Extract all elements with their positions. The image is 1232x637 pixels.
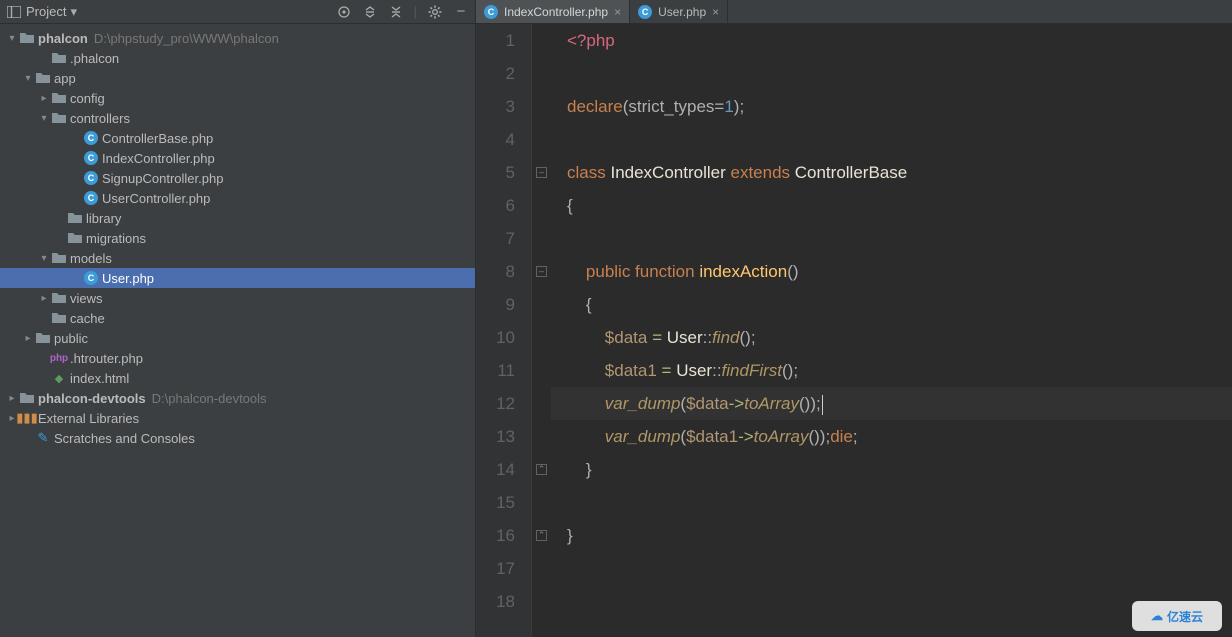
folder-icon bbox=[66, 232, 84, 244]
project-toolbar: Project ▾ | − bbox=[0, 0, 475, 24]
tab-indexcontroller[interactable]: C IndexController.php × bbox=[476, 0, 630, 23]
tree-label: SignupController.php bbox=[102, 171, 223, 186]
tab-user[interactable]: C User.php × bbox=[630, 0, 728, 23]
folder-icon bbox=[18, 392, 36, 404]
tree-item-config[interactable]: ▸ config bbox=[0, 88, 475, 108]
tree-label: UserController.php bbox=[102, 191, 210, 206]
fold-icon[interactable]: – bbox=[536, 167, 547, 178]
tree-label: External Libraries bbox=[38, 411, 139, 426]
tree-label: models bbox=[70, 251, 112, 266]
settings-icon[interactable] bbox=[427, 4, 443, 20]
editor-tabs: C IndexController.php × C User.php × bbox=[476, 0, 1232, 24]
tree-label: Scratches and Consoles bbox=[54, 431, 195, 446]
line-number-gutter: 1 2 3 4 5 6 7 8 9 10 11 12 13 14 15 16 1… bbox=[476, 24, 531, 637]
tree-item-user-php[interactable]: C User.php bbox=[0, 268, 475, 288]
tree-label: cache bbox=[70, 311, 105, 326]
folder-icon bbox=[18, 32, 36, 44]
folder-icon bbox=[50, 92, 68, 104]
tree-item-app[interactable]: ▾ app bbox=[0, 68, 475, 88]
project-tree[interactable]: ▾ phalcon D:\phpstudy_pro\WWW\phalcon .p… bbox=[0, 24, 475, 637]
tree-item-models[interactable]: ▾ models bbox=[0, 248, 475, 268]
tree-item-controllerbase[interactable]: C ControllerBase.php bbox=[0, 128, 475, 148]
php-class-icon: C bbox=[82, 271, 100, 285]
code-editor[interactable]: 1 2 3 4 5 6 7 8 9 10 11 12 13 14 15 16 1… bbox=[476, 24, 1232, 637]
php-class-icon: C bbox=[82, 131, 100, 145]
tree-root-phalcon[interactable]: ▾ phalcon D:\phpstudy_pro\WWW\phalcon bbox=[0, 28, 475, 48]
tree-label: User.php bbox=[102, 271, 154, 286]
code-content[interactable]: <?php declare(strict_types=1); class Ind… bbox=[551, 24, 1232, 637]
collapse-all-icon[interactable] bbox=[388, 4, 404, 20]
tree-label: views bbox=[70, 291, 103, 306]
tree-item-usercontroller[interactable]: C UserController.php bbox=[0, 188, 475, 208]
folder-icon bbox=[66, 212, 84, 224]
php-class-icon: C bbox=[484, 5, 498, 19]
tree-label: ControllerBase.php bbox=[102, 131, 213, 146]
tree-label: app bbox=[54, 71, 76, 86]
tree-label: phalcon bbox=[38, 31, 88, 46]
tree-label: public bbox=[54, 331, 88, 346]
folder-icon bbox=[34, 332, 52, 344]
tree-external-libraries[interactable]: ▸▮▮▮ External Libraries bbox=[0, 408, 475, 428]
fold-icon[interactable]: – bbox=[536, 266, 547, 277]
tree-item-library[interactable]: library bbox=[0, 208, 475, 228]
fold-end-icon[interactable]: ⌃ bbox=[536, 464, 547, 475]
tree-label: .phalcon bbox=[70, 51, 119, 66]
html-file-icon: ◆ bbox=[50, 372, 68, 385]
tree-label: library bbox=[86, 211, 121, 226]
scratches-icon: ✎ bbox=[34, 430, 52, 446]
tree-label: .htrouter.php bbox=[70, 351, 143, 366]
tree-label: controllers bbox=[70, 111, 130, 126]
tree-label: index.html bbox=[70, 371, 129, 386]
php-class-icon: C bbox=[82, 151, 100, 165]
text-cursor bbox=[822, 395, 823, 415]
expand-all-icon[interactable] bbox=[362, 4, 378, 20]
tree-item-controllers[interactable]: ▾ controllers bbox=[0, 108, 475, 128]
php-class-icon: C bbox=[82, 191, 100, 205]
tree-item-dot-phalcon[interactable]: .phalcon bbox=[0, 48, 475, 68]
folder-icon bbox=[50, 292, 68, 304]
tree-item-indexhtml[interactable]: ◆ index.html bbox=[0, 368, 475, 388]
folder-icon bbox=[50, 312, 68, 324]
tree-root-devtools[interactable]: ▸ phalcon-devtools D:\phalcon-devtools bbox=[0, 388, 475, 408]
php-file-icon: php bbox=[50, 353, 68, 364]
folder-icon bbox=[50, 52, 68, 64]
dropdown-icon[interactable]: ▾ bbox=[70, 4, 77, 20]
library-icon: ▮▮▮ bbox=[18, 410, 36, 426]
folder-icon bbox=[50, 252, 68, 264]
tree-scratches[interactable]: ✎ Scratches and Consoles bbox=[0, 428, 475, 448]
tree-item-indexcontroller[interactable]: C IndexController.php bbox=[0, 148, 475, 168]
tree-path: D:\phalcon-devtools bbox=[152, 391, 267, 406]
tree-label: migrations bbox=[86, 231, 146, 246]
locate-icon[interactable] bbox=[336, 4, 352, 20]
watermark: ☁亿速云 bbox=[1132, 601, 1222, 631]
folder-icon bbox=[34, 72, 52, 84]
tree-item-migrations[interactable]: migrations bbox=[0, 228, 475, 248]
tab-label: User.php bbox=[658, 5, 706, 19]
tree-item-views[interactable]: ▸ views bbox=[0, 288, 475, 308]
tree-label: phalcon-devtools bbox=[38, 391, 146, 406]
tree-item-cache[interactable]: cache bbox=[0, 308, 475, 328]
tree-item-signupcontroller[interactable]: C SignupController.php bbox=[0, 168, 475, 188]
fold-strip: – – ⌃ ⌃ bbox=[531, 24, 551, 637]
tree-label: IndexController.php bbox=[102, 151, 215, 166]
php-class-icon: C bbox=[638, 5, 652, 19]
project-view-icon bbox=[6, 4, 22, 20]
tree-path: D:\phpstudy_pro\WWW\phalcon bbox=[94, 31, 279, 46]
fold-end-icon[interactable]: ⌃ bbox=[536, 530, 547, 541]
project-toolbar-title: Project bbox=[26, 4, 66, 19]
hide-icon[interactable]: − bbox=[453, 4, 469, 20]
editor-area: C IndexController.php × C User.php × 1 2… bbox=[476, 0, 1232, 637]
php-class-icon: C bbox=[82, 171, 100, 185]
tab-label: IndexController.php bbox=[504, 5, 608, 19]
folder-icon bbox=[50, 112, 68, 124]
close-icon[interactable]: × bbox=[712, 5, 719, 19]
project-sidebar: Project ▾ | − ▾ phalcon D:\phpstudy_pro\… bbox=[0, 0, 476, 637]
tree-item-public[interactable]: ▸ public bbox=[0, 328, 475, 348]
tree-label: config bbox=[70, 91, 105, 106]
tree-item-htrouter[interactable]: php .htrouter.php bbox=[0, 348, 475, 368]
close-icon[interactable]: × bbox=[614, 5, 621, 19]
